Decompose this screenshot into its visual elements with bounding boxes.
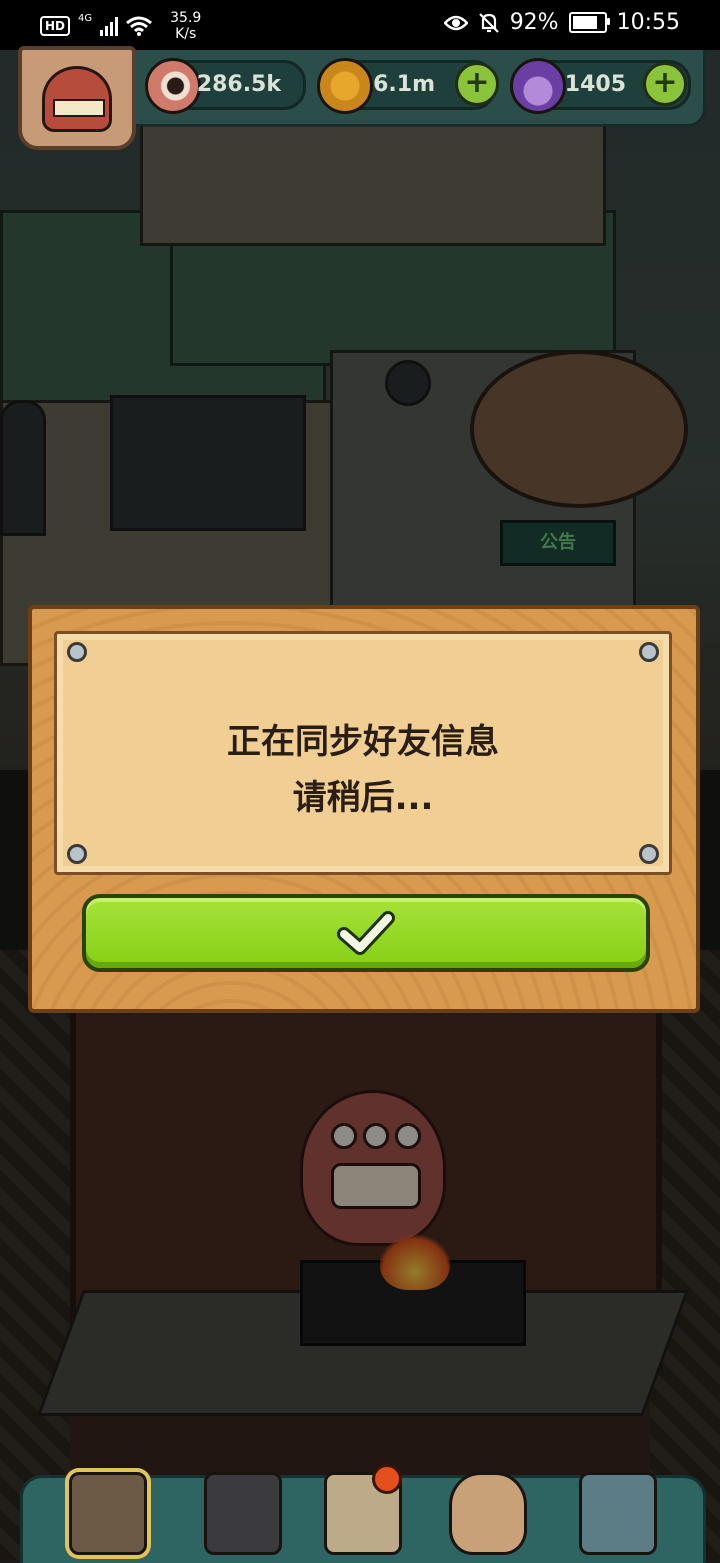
message-line-1: 正在同步好友信息	[227, 722, 499, 762]
battery-fill	[572, 16, 597, 29]
bolt-icon	[639, 844, 659, 864]
nav-shop-button[interactable]	[443, 1466, 533, 1561]
coin-icon	[317, 58, 373, 114]
dialog-paper: 正在同步好友信息 请稍后...	[54, 631, 672, 875]
checkmark-icon	[337, 911, 395, 955]
signal-icon	[100, 16, 119, 36]
nav-building-button[interactable]	[63, 1466, 153, 1561]
dialog-message: 正在同步好友信息 请稍后...	[57, 714, 669, 826]
status-right: 92% 10:55	[443, 10, 680, 35]
money-bag-icon	[449, 1472, 527, 1555]
monster-icon	[204, 1472, 282, 1555]
teeth	[53, 99, 105, 117]
player-avatar[interactable]	[18, 46, 136, 150]
resource-bar: 286.5k 6.1m + 1405 +	[0, 46, 720, 150]
notification-badge	[372, 1464, 402, 1494]
mute-bell-icon	[478, 12, 499, 33]
bolt-icon	[67, 844, 87, 864]
speed-value: 35.9	[170, 10, 202, 26]
eyes-counter: 286.5k	[145, 58, 306, 114]
nav-monster-button[interactable]	[198, 1466, 288, 1561]
message-line-2: 请稍后...	[292, 778, 434, 818]
bottom-nav	[20, 1464, 706, 1563]
status-bar: HD 4G 35.9 K/s 92% 10:55	[0, 0, 720, 50]
potions-value: 1405	[564, 72, 626, 97]
grid-menu-icon	[579, 1472, 657, 1555]
add-coins-button[interactable]: +	[455, 62, 499, 106]
wifi-icon	[126, 16, 153, 36]
sync-dialog: 正在同步好友信息 请稍后...	[28, 605, 700, 1013]
nav-menu-button[interactable]	[573, 1466, 663, 1561]
eyeball-icon	[145, 58, 201, 114]
network-type: 4G	[78, 12, 93, 24]
potion-icon	[510, 58, 566, 114]
bolt-icon	[67, 642, 87, 662]
eye-comfort-icon	[443, 15, 468, 30]
network-speed: 35.9 K/s	[170, 10, 201, 42]
nav-recipe-button[interactable]	[318, 1464, 408, 1561]
monster-face-icon	[42, 66, 112, 132]
building-icon	[69, 1472, 147, 1555]
speed-unit: K/s	[175, 26, 197, 42]
status-left: HD 4G 35.9 K/s	[40, 10, 201, 42]
confirm-button[interactable]	[82, 894, 650, 972]
bolt-icon	[639, 642, 659, 662]
hd-badge: HD	[40, 16, 71, 36]
coins-value: 6.1m	[373, 72, 435, 97]
eyes-value: 286.5k	[196, 72, 281, 97]
clock-time: 10:55	[616, 10, 680, 35]
battery-icon	[568, 12, 610, 33]
add-potions-button[interactable]: +	[643, 62, 687, 106]
battery-percent: 92%	[509, 10, 559, 35]
